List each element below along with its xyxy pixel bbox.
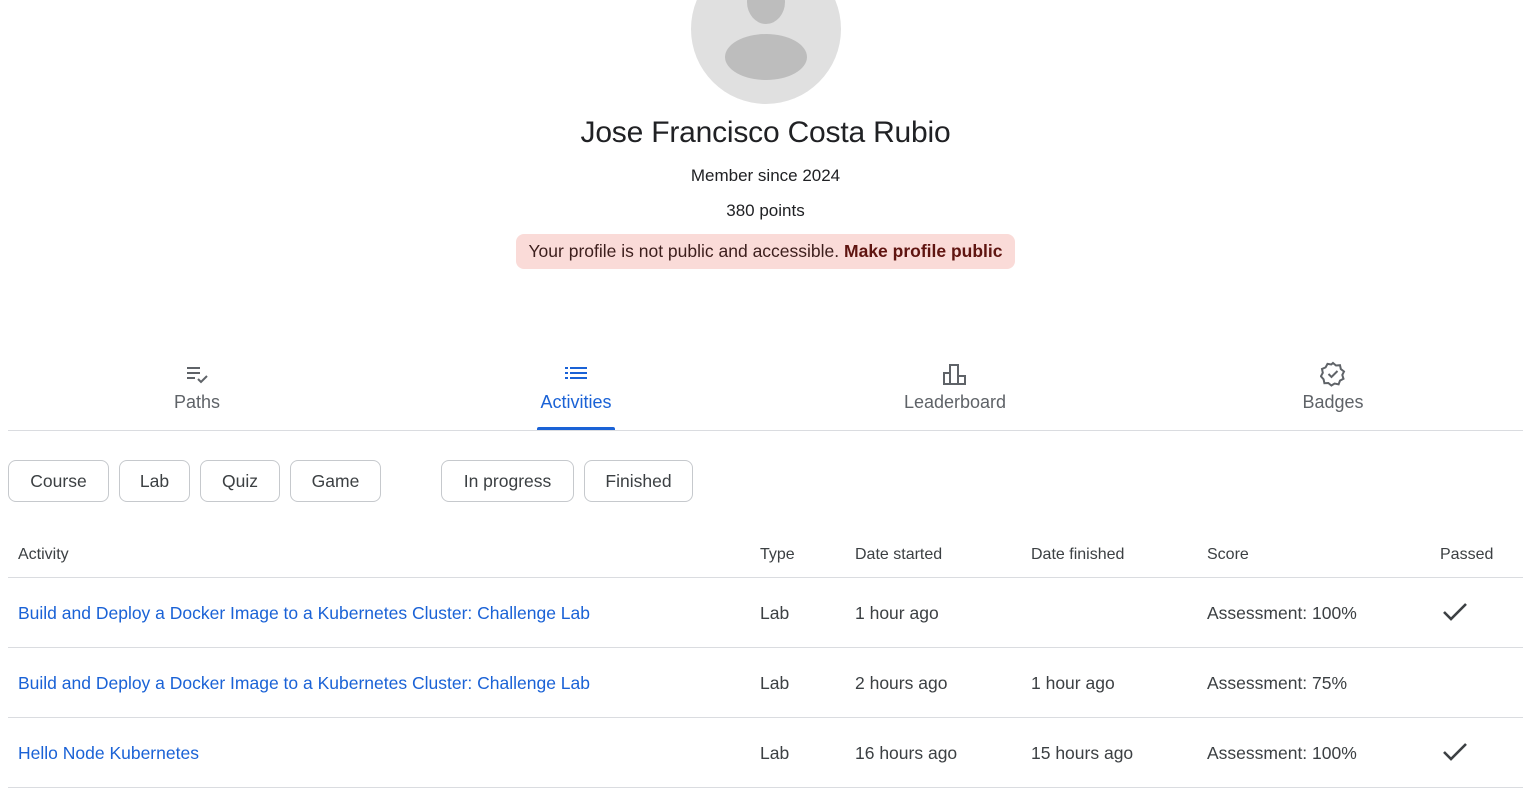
make-profile-public-link[interactable]: Make profile public bbox=[844, 241, 1003, 261]
avatar bbox=[691, 0, 841, 104]
active-tab-indicator bbox=[537, 427, 615, 430]
privacy-message: Your profile is not public and accessibl… bbox=[528, 241, 840, 261]
passed-check-icon bbox=[1443, 743, 1467, 761]
column-header-date-started: Date started bbox=[855, 546, 943, 563]
activity-type: Lab bbox=[760, 743, 790, 763]
filter-chip-course[interactable]: Course bbox=[8, 460, 109, 502]
tab-activities-label: Activities bbox=[540, 392, 612, 412]
column-header-activity: Activity bbox=[18, 546, 69, 563]
badge-verified-icon bbox=[1320, 361, 1346, 387]
profile-name: Jose Francisco Costa Rubio bbox=[580, 116, 951, 149]
table-row: Hello Node Kubernetes Lab 16 hours ago 1… bbox=[8, 718, 1523, 788]
passed-check-icon bbox=[1443, 603, 1467, 621]
column-header-passed: Passed bbox=[1440, 546, 1494, 563]
table-row: Build and Deploy a Docker Image to a Kub… bbox=[8, 648, 1523, 718]
tab-badges-label: Badges bbox=[1302, 392, 1364, 412]
activity-score: Assessment: 75% bbox=[1207, 673, 1348, 693]
column-header-date-finished: Date finished bbox=[1031, 546, 1125, 563]
tab-activities[interactable]: Activities bbox=[481, 355, 671, 430]
filter-chip-quiz[interactable]: Quiz bbox=[200, 460, 280, 502]
activity-link[interactable]: Build and Deploy a Docker Image to a Kub… bbox=[18, 602, 590, 624]
tab-paths[interactable]: Paths bbox=[102, 355, 292, 430]
column-header-score: Score bbox=[1207, 546, 1249, 563]
paths-checklist-icon bbox=[187, 367, 208, 384]
profile-page: Jose Francisco Costa Rubio Member since … bbox=[0, 0, 1527, 788]
avatar-body-shape bbox=[725, 34, 807, 80]
list-icon bbox=[565, 367, 587, 379]
tab-badges[interactable]: Badges bbox=[1238, 355, 1428, 430]
tab-leaderboard[interactable]: Leaderboard bbox=[860, 355, 1050, 430]
activities-table: Activity Type Date started Date finished… bbox=[8, 532, 1523, 788]
tab-paths-label: Paths bbox=[173, 392, 221, 412]
column-header-type: Type bbox=[760, 546, 795, 563]
activity-link[interactable]: Hello Node Kubernetes bbox=[18, 742, 199, 764]
avatar-head-shape bbox=[747, 0, 785, 24]
date-started: 2 hours ago bbox=[855, 673, 948, 693]
filter-chip-lab[interactable]: Lab bbox=[119, 460, 190, 502]
table-row: Build and Deploy a Docker Image to a Kub… bbox=[8, 578, 1523, 648]
activity-type: Lab bbox=[760, 603, 790, 623]
activity-type: Lab bbox=[760, 673, 790, 693]
table-header-row: Activity Type Date started Date finished… bbox=[8, 532, 1523, 578]
privacy-banner: Your profile is not public and accessibl… bbox=[516, 234, 1015, 269]
tab-leaderboard-label: Leaderboard bbox=[903, 392, 1007, 412]
activity-score: Assessment: 100% bbox=[1207, 743, 1357, 763]
profile-tabs: Paths Activities Leaderboard Badges bbox=[8, 355, 1523, 431]
activity-score: Assessment: 100% bbox=[1207, 603, 1357, 623]
filter-chip-finished[interactable]: Finished bbox=[584, 460, 693, 502]
filter-chip-in-progress[interactable]: In progress bbox=[441, 460, 574, 502]
points-total: 380 points bbox=[726, 201, 805, 220]
activity-link[interactable]: Build and Deploy a Docker Image to a Kub… bbox=[18, 672, 590, 694]
filter-chip-game[interactable]: Game bbox=[290, 460, 381, 502]
date-finished: 15 hours ago bbox=[1031, 743, 1134, 763]
date-started: 1 hour ago bbox=[855, 603, 939, 623]
member-since: Member since 2024 bbox=[690, 166, 841, 185]
date-started: 16 hours ago bbox=[855, 743, 958, 763]
date-finished: 1 hour ago bbox=[1031, 673, 1115, 693]
leaderboard-icon bbox=[943, 364, 966, 385]
